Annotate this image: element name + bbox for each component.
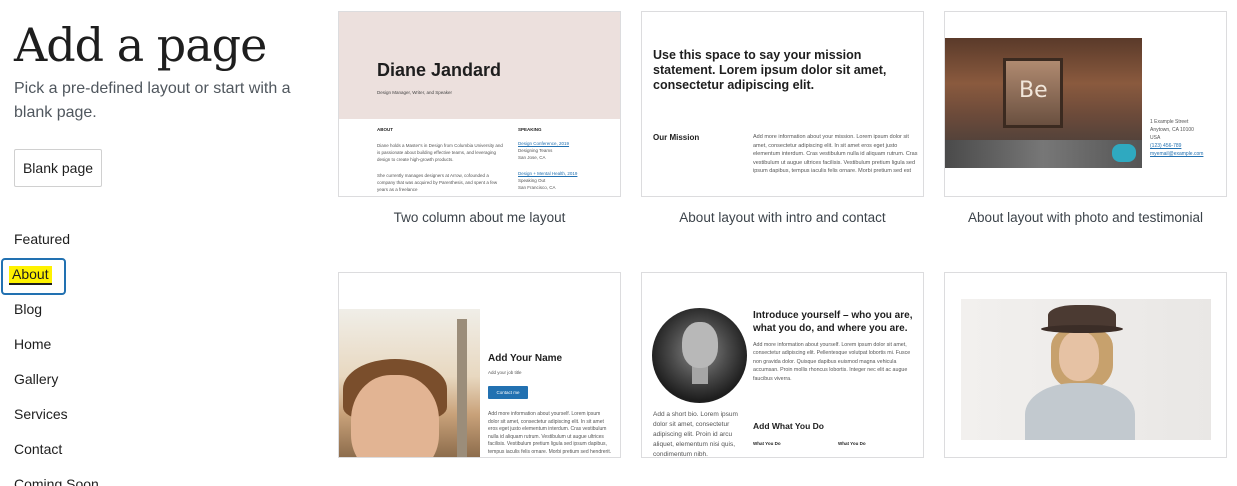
address-line: USA: [1150, 135, 1161, 141]
preview-job-title: Add your job title: [488, 370, 522, 375]
category-featured[interactable]: Featured: [0, 222, 99, 257]
preview-mission-body: Add more information about your mission.…: [753, 134, 918, 175]
preview-what-you-do-col: What You Do: [753, 441, 781, 446]
preview-role: Design Manager, Writer, and Speaker: [377, 90, 452, 95]
category-label: Featured: [14, 231, 71, 247]
category-label: Services: [14, 406, 68, 422]
preview-about-text-2: She currently manages designers at Arrow…: [377, 173, 498, 192]
preview-talk-title: Speaking Out: [518, 178, 546, 183]
preview-speaking-heading: SPEAKING: [518, 127, 542, 132]
address-phone: (123) 456-789: [1150, 143, 1182, 149]
portrait-photo-circle: [652, 308, 747, 403]
layout-label: Two column about me layout: [393, 210, 566, 225]
layout-label: About layout with photo and testimonial: [968, 210, 1203, 225]
address-email: myemail@example.com: [1150, 151, 1204, 157]
photo-face: [1059, 331, 1099, 381]
storefront-sign: Be: [1019, 78, 1048, 103]
preview-intro-heading: Introduce yourself – who you are, what y…: [753, 310, 913, 334]
category-label: Blog: [14, 301, 43, 317]
category-list: Featured About Blog Home Gallery Service…: [0, 222, 99, 486]
category-label: Gallery: [14, 371, 59, 387]
preview-talk-link: Design + Mental Health, 2019: [518, 171, 578, 176]
preview-talk-2: Design + Mental Health, 2019 Speaking Ou…: [518, 170, 608, 191]
preview-contact-button: Contact me: [488, 386, 528, 399]
category-about[interactable]: About: [0, 257, 99, 295]
category-label: About: [9, 266, 52, 285]
preview-address: 1 Example Street Anytown, CA 10100 USA (…: [1150, 118, 1203, 158]
layout-preview[interactable]: Use this space to say your mission state…: [641, 11, 924, 197]
photo-hat-brim: [1041, 325, 1123, 333]
palm-tree: [457, 319, 467, 457]
layout-preview[interactable]: Add Your Name Add your job title Contact…: [338, 272, 621, 458]
storefront-photo: Be: [945, 38, 1142, 168]
preview-talk-link: Design Conference, 2019: [518, 141, 570, 146]
page-title: Add a page: [14, 18, 267, 72]
preview-what-you-do-col: What You Do: [838, 441, 866, 446]
preview-name-heading: Add Your Name: [488, 353, 563, 364]
preview-intro-body: Add more information about yourself. Lor…: [753, 342, 911, 382]
preview-mission-statement: Use this space to say your mission state…: [653, 48, 887, 92]
portrait-head: [682, 322, 718, 368]
address-line: 1 Example Street: [1150, 119, 1189, 125]
preview-what-you-do-heading: Add What You Do: [753, 421, 824, 431]
category-home[interactable]: Home: [0, 327, 99, 362]
scooter: [1112, 144, 1136, 162]
page-subtitle: Pick a pre-defined layout or start with …: [14, 80, 291, 121]
preview-talk-place: San Jose, CA: [518, 155, 546, 160]
category-services[interactable]: Services: [0, 397, 99, 432]
category-blog[interactable]: Blog: [0, 292, 99, 327]
preview-body: Add more information about yourself. Lor…: [488, 411, 612, 455]
category-label: Coming Soon: [14, 476, 99, 486]
preview-about-heading: ABOUT: [377, 127, 393, 132]
preview-our-mission-heading: Our Mission: [653, 133, 700, 142]
preview-talk-title: Designing Teams: [518, 148, 553, 153]
category-coming-soon[interactable]: Coming Soon: [0, 467, 99, 486]
layout-preview[interactable]: Introduce yourself – who you are, what y…: [641, 272, 924, 458]
layout-preview[interactable]: [944, 272, 1227, 458]
category-contact[interactable]: Contact: [0, 432, 99, 467]
portrait-face: [351, 375, 439, 457]
blank-page-button[interactable]: Blank page: [14, 149, 102, 187]
preview-name: Diane Jandard: [377, 60, 502, 80]
category-label: Home: [14, 336, 52, 352]
preview-short-bio: Add a short bio. Lorem ipsum dolor sit a…: [653, 411, 738, 458]
preview-about-text-1: Diane holds a Master's in Design from Co…: [377, 143, 503, 162]
layout-preview[interactable]: Diane Jandard Design Manager, Writer, an…: [338, 11, 621, 197]
layout-label: About layout with intro and contact: [679, 210, 886, 225]
layout-preview[interactable]: Be 1 Example Street Anytown, CA 10100 US…: [944, 11, 1227, 197]
category-label: Contact: [14, 441, 63, 457]
portrait-photo: [339, 309, 480, 457]
photo-shoulders: [1025, 383, 1135, 440]
woman-hat-photo: [961, 299, 1211, 440]
preview-talk-1: Design Conference, 2019 Designing Teams …: [518, 140, 608, 161]
sidebar: Add a page Pick a pre-defined layout or …: [0, 0, 320, 486]
address-line: Anytown, CA 10100: [1150, 127, 1194, 133]
preview-talk-place: San Francisco, CA: [518, 185, 556, 190]
category-gallery[interactable]: Gallery: [0, 362, 99, 397]
